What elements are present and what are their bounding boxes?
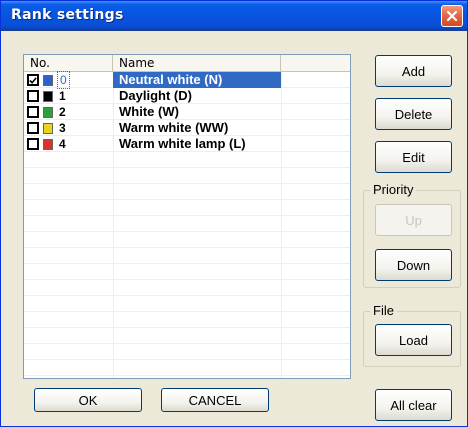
grid-row	[24, 184, 350, 200]
rank-name: Warm white (WW)	[119, 120, 229, 135]
grid-row	[24, 280, 350, 296]
cancel-button[interactable]: CANCEL	[161, 388, 269, 412]
delete-button[interactable]: Delete	[375, 98, 452, 130]
grid-row	[24, 152, 350, 168]
list-item[interactable]: 4 Warm white lamp (L)	[24, 136, 350, 152]
load-button[interactable]: Load	[375, 324, 452, 356]
list-item[interactable]: 0 Neutral white (N)	[24, 71, 350, 89]
rank-settings-dialog: Rank settings No. Name 0 Neutral white (N…	[0, 0, 468, 427]
all-clear-button[interactable]: All clear	[375, 389, 452, 421]
ok-button[interactable]: OK	[34, 388, 142, 412]
down-button[interactable]: Down	[375, 249, 452, 281]
priority-group-label: Priority	[370, 182, 417, 197]
grid-row	[24, 200, 350, 216]
column-header-empty[interactable]	[281, 55, 350, 72]
color-swatch	[43, 90, 53, 102]
rank-name: White (W)	[119, 104, 179, 119]
checkmark-icon	[29, 76, 37, 84]
list-item[interactable]: 3 Warm white (WW)	[24, 120, 350, 136]
row-checkbox[interactable]	[27, 90, 39, 102]
rank-index: 0	[57, 71, 70, 89]
row-checkbox[interactable]	[27, 106, 39, 118]
color-swatch	[43, 122, 53, 134]
color-swatch	[43, 74, 53, 86]
grid-row	[24, 248, 350, 264]
list-item[interactable]: 2 White (W)	[24, 104, 350, 120]
grid-row	[24, 264, 350, 280]
row-checkbox[interactable]	[27, 122, 39, 134]
row-checkbox[interactable]	[27, 74, 39, 86]
rank-index: 3	[59, 121, 66, 135]
color-swatch	[43, 106, 53, 118]
rank-index: 1	[59, 89, 66, 103]
up-button[interactable]: Up	[375, 204, 452, 236]
rank-name: Neutral white (N)	[113, 72, 281, 88]
grid-row	[24, 312, 350, 328]
column-header-no[interactable]: No.	[24, 55, 113, 72]
cell-no: 4	[24, 136, 113, 152]
list-body: 0 Neutral white (N) 1 Daylight (D) 2 White (W…	[24, 71, 350, 378]
grid-row	[24, 216, 350, 232]
cell-no: 0	[24, 71, 113, 89]
list-item[interactable]: 1 Daylight (D)	[24, 88, 350, 104]
rank-name: Warm white lamp (L)	[119, 136, 246, 151]
grid-row	[24, 296, 350, 312]
rank-index: 2	[59, 105, 66, 119]
grid-row	[24, 232, 350, 248]
rank-list[interactable]: No. Name 0 Neutral white (N) 1 Daylight (D)…	[23, 54, 351, 379]
rank-name: Daylight (D)	[119, 88, 192, 103]
grid-row	[24, 328, 350, 344]
add-button[interactable]: Add	[375, 55, 452, 87]
rank-index: 4	[59, 137, 66, 151]
cell-no: 2	[24, 104, 113, 120]
title-bar[interactable]: Rank settings	[1, 1, 467, 31]
close-icon	[446, 10, 458, 22]
cell-no: 1	[24, 88, 113, 104]
edit-button[interactable]: Edit	[375, 141, 452, 173]
cell-no: 3	[24, 120, 113, 136]
color-swatch	[43, 138, 53, 150]
list-header: No. Name	[24, 55, 350, 72]
grid-row	[24, 168, 350, 184]
close-button[interactable]	[441, 5, 463, 27]
grid-row	[24, 360, 350, 376]
row-checkbox[interactable]	[27, 138, 39, 150]
column-header-name[interactable]: Name	[113, 55, 281, 72]
file-group-label: File	[370, 303, 397, 318]
window-title: Rank settings	[11, 7, 124, 23]
grid-row	[24, 344, 350, 360]
